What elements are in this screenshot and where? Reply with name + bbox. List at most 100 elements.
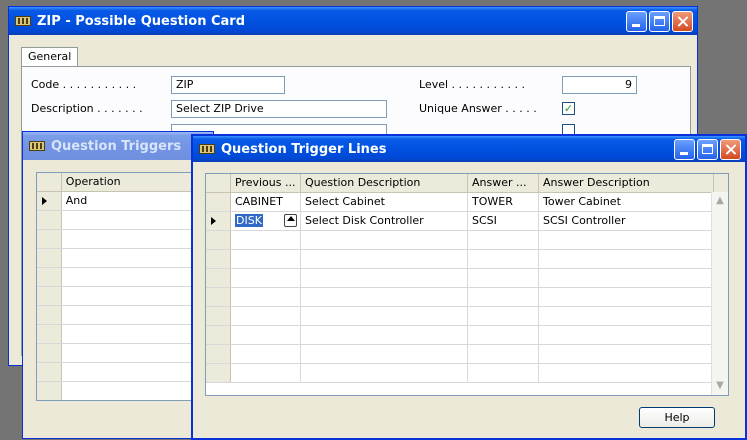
maximize-icon[interactable] [649, 11, 670, 32]
scroll-down-icon[interactable]: ▼ [713, 379, 727, 393]
row-selector[interactable] [206, 307, 231, 325]
previous-cell[interactable]: DISK [231, 212, 301, 230]
list-item[interactable]: And [37, 192, 215, 211]
row-selector[interactable] [37, 287, 62, 305]
close-icon[interactable] [720, 139, 741, 160]
row-selector[interactable] [37, 382, 62, 400]
empty-cell[interactable] [468, 288, 539, 306]
table-row[interactable] [206, 326, 728, 345]
list-item[interactable] [37, 230, 215, 249]
empty-cell[interactable] [468, 326, 539, 344]
empty-cell[interactable] [231, 364, 301, 382]
row-selector[interactable] [37, 363, 62, 381]
trigger-lines-grid[interactable]: Previous ... Question Description Answer… [205, 173, 729, 396]
row-selector[interactable] [206, 326, 231, 344]
list-item[interactable] [37, 211, 215, 230]
unique-answer-checkbox[interactable]: ✓ [562, 102, 575, 115]
table-row[interactable] [206, 269, 728, 288]
answer-description-column-header[interactable]: Answer Description [539, 174, 714, 192]
empty-cell[interactable] [539, 231, 714, 249]
list-item[interactable] [37, 325, 215, 344]
empty-cell[interactable] [468, 307, 539, 325]
list-item[interactable] [37, 306, 215, 325]
empty-cell[interactable] [301, 231, 468, 249]
empty-cell[interactable] [231, 250, 301, 268]
table-row[interactable]: CABINET Select Cabinet TOWER Tower Cabin… [206, 193, 728, 212]
empty-cell[interactable] [301, 250, 468, 268]
close-icon[interactable] [672, 11, 693, 32]
empty-cell[interactable] [539, 326, 714, 344]
list-item[interactable] [37, 382, 215, 400]
previous-column-header[interactable]: Previous ... [231, 174, 301, 192]
list-item[interactable] [37, 363, 215, 382]
row-selector[interactable] [37, 211, 62, 229]
question-triggers-grid[interactable]: Operation And [36, 172, 216, 401]
answer-cell[interactable]: SCSI [468, 212, 539, 230]
empty-cell[interactable] [231, 288, 301, 306]
minimize-icon[interactable] [674, 139, 695, 160]
empty-cell[interactable] [231, 307, 301, 325]
empty-cell[interactable] [468, 345, 539, 363]
list-item[interactable] [37, 287, 215, 306]
row-selector[interactable] [206, 193, 231, 211]
scroll-up-icon[interactable]: ▲ [713, 194, 727, 208]
empty-cell[interactable] [539, 288, 714, 306]
empty-cell[interactable] [539, 269, 714, 287]
minimize-icon[interactable] [626, 11, 647, 32]
answer-description-cell[interactable]: SCSI Controller [539, 212, 714, 230]
list-item[interactable] [37, 268, 215, 287]
empty-cell[interactable] [468, 231, 539, 249]
empty-cell[interactable] [539, 345, 714, 363]
empty-cell[interactable] [539, 364, 714, 382]
row-selector[interactable] [206, 345, 231, 363]
row-selector[interactable] [37, 325, 62, 343]
empty-cell[interactable] [468, 269, 539, 287]
empty-cell[interactable] [539, 250, 714, 268]
empty-cell[interactable] [231, 345, 301, 363]
answer-column-header[interactable]: Answer ... [468, 174, 539, 192]
row-selector[interactable] [206, 212, 231, 230]
answer-cell[interactable]: TOWER [468, 193, 539, 211]
question-description-cell[interactable]: Select Disk Controller [301, 212, 468, 230]
empty-cell[interactable] [468, 364, 539, 382]
lookup-arrow-icon[interactable] [284, 214, 297, 227]
row-selector[interactable] [206, 250, 231, 268]
empty-cell[interactable] [301, 364, 468, 382]
question-description-column-header[interactable]: Question Description [301, 174, 468, 192]
list-item[interactable] [37, 344, 215, 363]
list-item[interactable] [37, 249, 215, 268]
tab-general[interactable]: General [21, 47, 78, 67]
vertical-scrollbar[interactable]: ▲ ▼ [711, 192, 728, 395]
row-selector[interactable] [37, 268, 62, 286]
row-selector[interactable] [206, 231, 231, 249]
row-selector[interactable] [206, 364, 231, 382]
trigger-lines-titlebar[interactable]: Question Trigger Lines [193, 136, 745, 162]
empty-cell[interactable] [539, 307, 714, 325]
question-triggers-titlebar[interactable]: Question Triggers [23, 132, 213, 160]
table-row[interactable] [206, 250, 728, 269]
empty-cell[interactable] [301, 269, 468, 287]
row-selector[interactable] [37, 249, 62, 267]
question-card-titlebar[interactable]: ZIP - Possible Question Card [9, 7, 697, 35]
empty-cell[interactable] [231, 269, 301, 287]
code-field[interactable]: ZIP [171, 76, 285, 94]
empty-cell[interactable] [301, 307, 468, 325]
table-row[interactable] [206, 345, 728, 364]
empty-cell[interactable] [301, 326, 468, 344]
row-selector[interactable] [37, 230, 62, 248]
question-description-cell[interactable]: Select Cabinet [301, 193, 468, 211]
description-field[interactable]: Select ZIP Drive [171, 100, 387, 118]
table-row[interactable] [206, 307, 728, 326]
row-selector[interactable] [206, 288, 231, 306]
help-button[interactable]: Help [639, 407, 715, 428]
table-row[interactable] [206, 288, 728, 307]
table-row[interactable] [206, 231, 728, 250]
empty-cell[interactable] [301, 345, 468, 363]
table-row[interactable] [206, 364, 728, 383]
row-selector[interactable] [37, 192, 62, 210]
maximize-icon[interactable] [697, 139, 718, 160]
answer-description-cell[interactable]: Tower Cabinet [539, 193, 714, 211]
row-selector[interactable] [37, 344, 62, 362]
previous-cell[interactable]: CABINET [231, 193, 301, 211]
empty-cell[interactable] [301, 288, 468, 306]
